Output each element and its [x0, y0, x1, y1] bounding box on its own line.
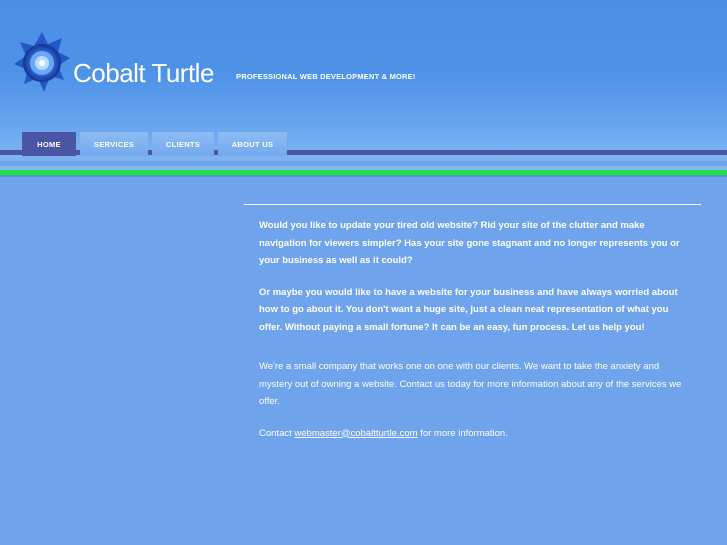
divider-shadow	[0, 175, 727, 177]
contact-prefix: Contact	[259, 427, 295, 439]
brand-tagline: PROFESSIONAL WEB DEVELOPMENT & MORE!	[236, 72, 416, 81]
nav-services[interactable]: SERVICES	[80, 132, 148, 156]
main-nav: HOME SERVICES CLIENTS ABOUT US	[22, 132, 291, 156]
blue-emblem-icon[interactable]	[12, 30, 72, 96]
nav-bar-base	[0, 161, 727, 166]
nav-about-us[interactable]: ABOUT US	[218, 132, 287, 156]
intro-paragraph-2: Or maybe you would like to have a websit…	[259, 286, 678, 333]
intro-paragraph-1: Would you like to update your tired old …	[259, 220, 680, 266]
main-content: Would you like to update your tired old …	[244, 204, 701, 456]
nav-home[interactable]: HOME	[22, 132, 76, 156]
email-link[interactable]: webmaster@cobaltturtle.com	[294, 428, 417, 439]
contact-paragraph: Contact webmaster@cobaltturtle.com for m…	[259, 425, 687, 443]
nav-clients[interactable]: CLIENTS	[152, 132, 214, 156]
company-paragraph: We're a small company that works one on …	[259, 361, 682, 407]
brand-name[interactable]: Cobalt Turtle	[73, 58, 214, 89]
contact-suffix: for more information.	[417, 427, 508, 439]
